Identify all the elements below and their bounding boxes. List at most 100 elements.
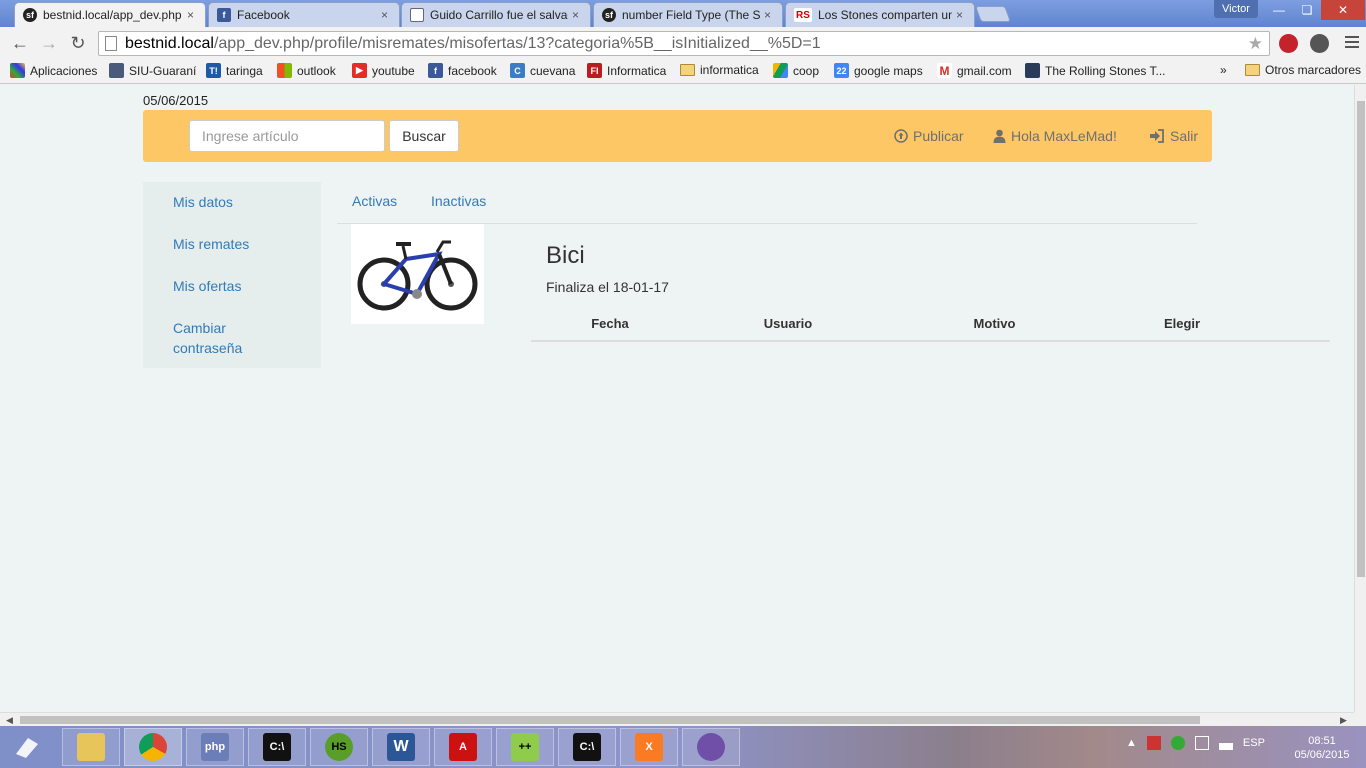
- fi-icon: FI: [587, 63, 602, 78]
- close-window-icon[interactable]: ✕: [1321, 0, 1365, 20]
- page-viewport: 05/06/2015 Buscar Publicar Hola MaxLeMad…: [0, 85, 1354, 712]
- minimize-icon[interactable]: —: [1265, 0, 1293, 20]
- browser-tab-number-field[interactable]: sf number Field Type (The Sy ×: [593, 2, 783, 27]
- bicycle-image: [357, 240, 478, 311]
- bookmarks-overflow-chevron[interactable]: »: [1220, 63, 1227, 77]
- extension-icon[interactable]: [1310, 34, 1329, 53]
- folder-icon: [77, 733, 105, 761]
- browser-tab-guido[interactable]: Guido Carrillo fue el salvad ×: [401, 2, 591, 27]
- bookmark-rolling-stones[interactable]: The Rolling Stones T...: [1025, 63, 1166, 78]
- network-error-icon[interactable]: [1146, 736, 1161, 750]
- windows-icon: [277, 63, 292, 78]
- notepad-icon: ++: [511, 733, 539, 761]
- xampp-icon: X: [635, 733, 663, 761]
- maximize-icon[interactable]: ❏: [1293, 0, 1321, 20]
- battery-icon[interactable]: [1194, 736, 1209, 750]
- symfony-icon: sf: [23, 8, 37, 22]
- horizontal-scrollbar[interactable]: ◀ ▶: [0, 712, 1354, 726]
- bookmark-youtube[interactable]: ▶ youtube: [352, 63, 415, 78]
- taskbar-cmd-1[interactable]: C:\: [248, 728, 306, 766]
- browser-tab-facebook[interactable]: f Facebook ×: [208, 2, 400, 27]
- scroll-right-arrow-icon[interactable]: ▶: [1340, 713, 1347, 727]
- signal-icon[interactable]: [1218, 736, 1233, 750]
- browser-tab-active[interactable]: sf bestnid.local/app_dev.php ×: [14, 2, 206, 27]
- sidebar-item-mis-remates[interactable]: Mis remates: [173, 234, 249, 254]
- close-tab-icon[interactable]: ×: [956, 8, 968, 22]
- bookmark-folder-informatica[interactable]: informatica: [680, 63, 759, 77]
- logout-link[interactable]: Salir: [1149, 128, 1198, 144]
- profile-sidebar: Mis datos Mis remates Mis ofertas Cambia…: [143, 182, 321, 368]
- taskbar-github[interactable]: [682, 728, 740, 766]
- sidebar-item-mis-datos[interactable]: Mis datos: [173, 192, 233, 212]
- forward-icon[interactable]: →: [38, 32, 60, 54]
- reload-icon[interactable]: ↻: [67, 32, 89, 54]
- bookmark-google-maps[interactable]: 22 google maps: [834, 63, 923, 78]
- bookmark-facebook[interactable]: f facebook: [428, 63, 497, 78]
- terminal-icon: C:\: [573, 733, 601, 761]
- bookmark-aplicaciones[interactable]: Aplicaciones: [10, 63, 97, 78]
- tray-expand-icon[interactable]: ▲: [1126, 737, 1137, 749]
- pdf-icon: A: [449, 733, 477, 761]
- adblock-icon[interactable]: [1279, 34, 1298, 53]
- column-header-motivo: Motivo: [887, 307, 1102, 342]
- column-header-elegir: Elegir: [1102, 307, 1262, 342]
- taskbar-xampp[interactable]: X: [620, 728, 678, 766]
- close-tab-icon[interactable]: ×: [572, 8, 584, 22]
- search-button[interactable]: Buscar: [389, 120, 459, 152]
- taskbar-hotspot[interactable]: HS: [310, 728, 368, 766]
- close-tab-icon[interactable]: ×: [764, 8, 776, 22]
- bookmark-gmail[interactable]: M gmail.com: [937, 63, 1012, 78]
- scroll-left-arrow-icon[interactable]: ◀: [6, 713, 13, 727]
- item-thumbnail[interactable]: [351, 224, 484, 324]
- offers-table: Fecha Usuario Motivo Elegir: [531, 307, 1330, 342]
- bookmark-outlook[interactable]: outlook: [277, 63, 336, 78]
- user-greeting-link[interactable]: Hola MaxLeMad!: [993, 128, 1117, 144]
- new-tab-button[interactable]: [975, 6, 1011, 22]
- bookmark-informatica-site[interactable]: FI Informatica: [587, 63, 666, 78]
- taskbar-acrobat[interactable]: A: [434, 728, 492, 766]
- taskbar-explorer[interactable]: [62, 728, 120, 766]
- sidebar-item-mis-ofertas[interactable]: Mis ofertas: [173, 276, 241, 296]
- start-button-icon[interactable]: [10, 732, 44, 762]
- browser-tab-stones[interactable]: RS Los Stones comparten una ×: [785, 2, 975, 27]
- column-header-fecha: Fecha: [531, 307, 689, 342]
- sync-icon[interactable]: [1170, 736, 1185, 750]
- vertical-scrollbar[interactable]: [1354, 85, 1366, 712]
- taskbar-word[interactable]: W: [372, 728, 430, 766]
- site-navbar: Buscar Publicar Hola MaxLeMad! Salir: [143, 110, 1212, 162]
- drive-icon: [773, 63, 788, 78]
- search-input[interactable]: [189, 120, 385, 152]
- language-indicator[interactable]: ESP: [1243, 737, 1265, 749]
- tab-activas[interactable]: Activas: [352, 193, 397, 209]
- item-title: Bici: [546, 242, 585, 269]
- bookmark-siu[interactable]: SIU-Guaraní: [109, 63, 196, 78]
- item-end-date: Finaliza el 18-01-17: [546, 279, 669, 295]
- calendar-icon: 22: [834, 63, 849, 78]
- back-icon[interactable]: ←: [9, 32, 31, 54]
- github-cat-icon: [697, 733, 725, 761]
- scroll-thumb[interactable]: [20, 716, 1200, 724]
- bookmark-other-folder[interactable]: Otros marcadores: [1245, 63, 1361, 77]
- address-bar[interactable]: bestnid.local/app_dev.php/profile/misrem…: [98, 31, 1270, 56]
- sidebar-item-cambiar-contrasena[interactable]: Cambiar contraseña: [173, 318, 283, 358]
- taringa-icon: T!: [206, 63, 221, 78]
- tab-inactivas[interactable]: Inactivas: [431, 193, 486, 209]
- apps-grid-icon: [10, 63, 25, 78]
- bookmark-coop[interactable]: coop: [773, 63, 819, 78]
- taskbar-cmd-2[interactable]: C:\: [558, 728, 616, 766]
- bookmark-star-icon[interactable]: ★: [1248, 34, 1263, 54]
- taskbar-php[interactable]: php: [186, 728, 244, 766]
- publish-link[interactable]: Publicar: [894, 128, 964, 144]
- profile-user-badge[interactable]: Victor: [1214, 0, 1258, 18]
- system-clock[interactable]: 08:51 05/06/2015: [1290, 734, 1354, 762]
- taskbar-chrome[interactable]: [124, 728, 182, 766]
- siu-icon: [109, 63, 124, 78]
- close-tab-icon[interactable]: ×: [187, 8, 199, 22]
- chrome-menu-icon[interactable]: [1345, 36, 1359, 51]
- bookmark-taringa[interactable]: T! taringa: [206, 63, 263, 78]
- bookmark-cuevana[interactable]: C cuevana: [510, 63, 575, 78]
- scroll-thumb[interactable]: [1357, 101, 1365, 577]
- terminal-icon: C:\: [263, 733, 291, 761]
- close-tab-icon[interactable]: ×: [381, 8, 393, 22]
- taskbar-notepadpp[interactable]: ++: [496, 728, 554, 766]
